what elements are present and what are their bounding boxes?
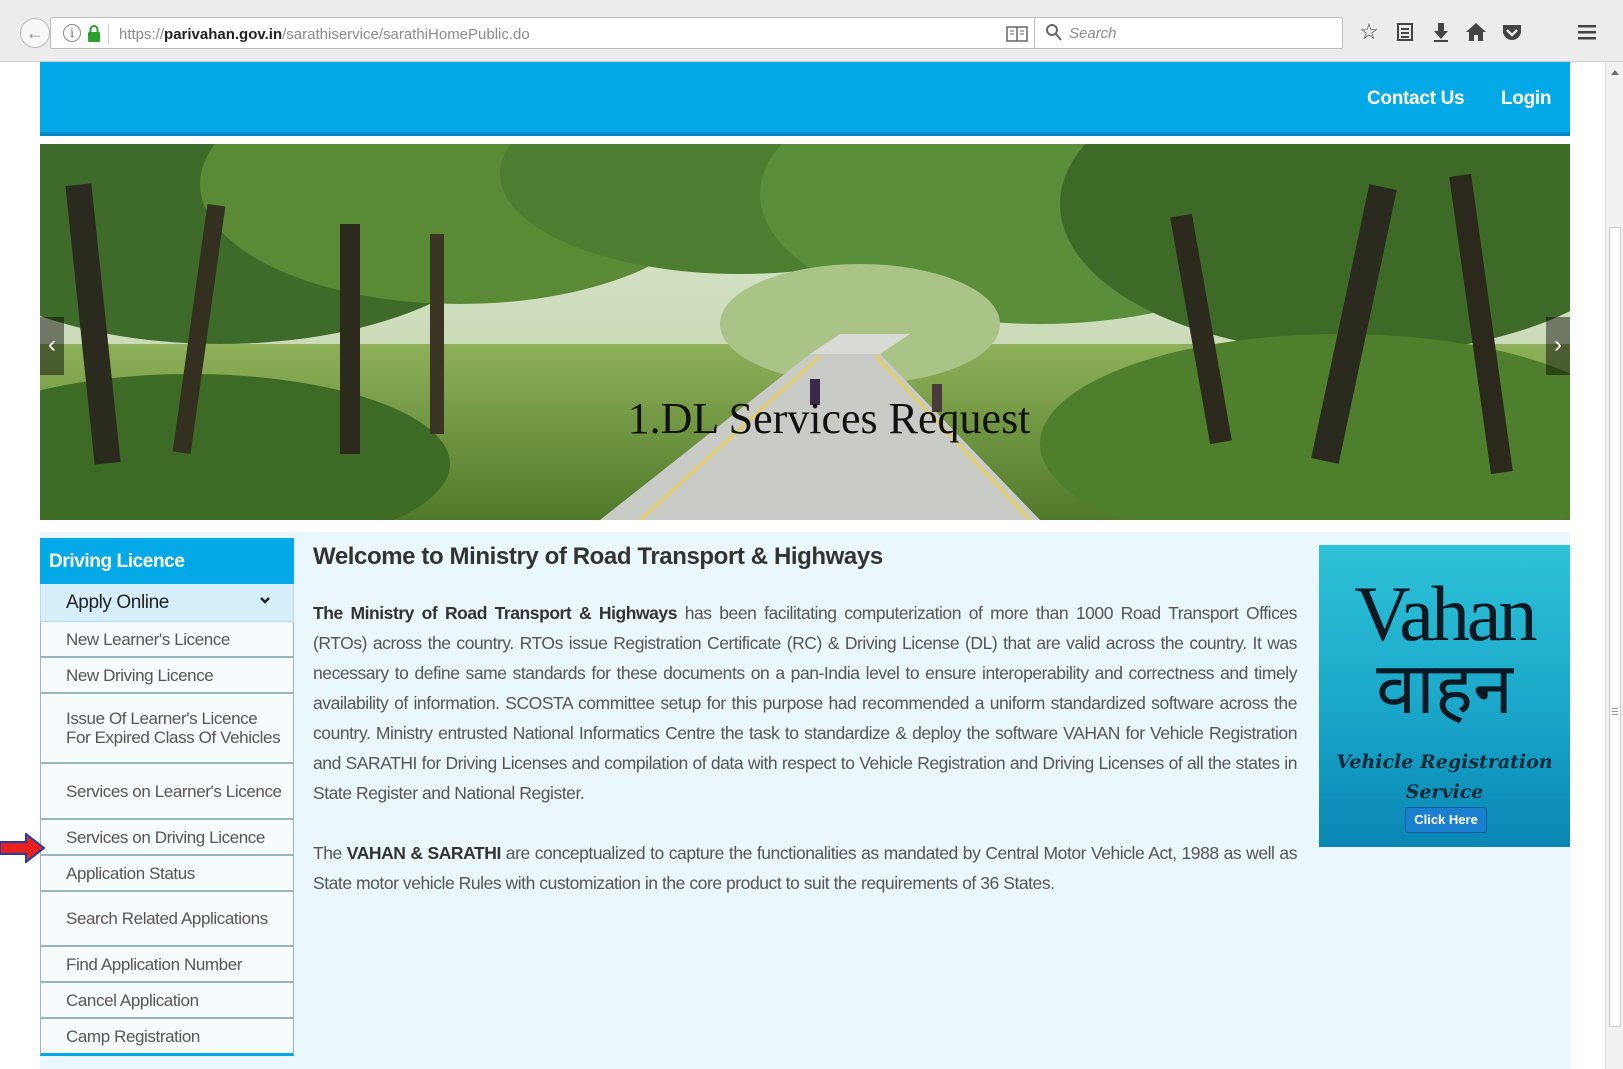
sidebar-item-camp-registration[interactable]: Camp Registration (40, 1019, 294, 1056)
url-host: parivahan.gov.in (164, 26, 283, 43)
browser-toolbar: ← i https://parivahan.gov.in/sarathiserv… (0, 0, 1623, 62)
back-arrow-icon[interactable]: ← (20, 18, 50, 48)
vertical-scrollbar[interactable] (1605, 62, 1623, 1069)
url-path: /sarathiservice/sarathiHomePublic.do (282, 26, 530, 43)
pocket-icon[interactable] (1497, 17, 1527, 47)
info-icon[interactable]: i (63, 24, 81, 42)
scroll-up-arrow-icon[interactable] (1611, 70, 1619, 75)
menu-hamburger-icon[interactable] (1572, 17, 1602, 47)
home-icon[interactable] (1461, 17, 1491, 47)
sidebar-item-label: Camp Registration (66, 1026, 200, 1046)
apply-online-label: Apply Online (66, 592, 169, 613)
sidebar-item-label: Issue Of Learner's Licence For Expired C… (66, 709, 281, 747)
sidebar-item-label: New Learner's Licence (66, 629, 230, 649)
search-icon (1046, 24, 1062, 41)
search-input[interactable]: Search (1034, 17, 1343, 49)
chevron-down-icon (260, 597, 270, 604)
sidebar-title: Driving Licence (40, 538, 294, 584)
intro-bold: The Ministry of Road Transport & Highway… (313, 603, 677, 623)
p2-bold: VAHAN & SARATHI (346, 843, 502, 863)
page-viewport: Contact Us Login ‹ › 1.DL Services Reque… (0, 62, 1605, 1069)
vahan-subtitle-line2: Service (1405, 781, 1484, 803)
sidebar-item-find-application-number[interactable]: Find Application Number (40, 947, 294, 983)
hero-caption: 1.DL Services Request (627, 394, 1031, 443)
intro-text: has been facilitating computerization of… (313, 603, 1297, 803)
apply-online-toggle[interactable]: Apply Online (40, 584, 294, 622)
sidebar-item-new-learners-licence[interactable]: New Learner's Licence (40, 622, 294, 658)
p2-pre: The (313, 843, 347, 863)
download-icon[interactable] (1426, 17, 1456, 47)
sidebar-item-label: Search Related Applications (66, 909, 268, 928)
sidebar-item-label: Cancel Application (66, 990, 199, 1010)
sidebar-item-label: Services on Driving Licence (66, 827, 265, 847)
search-placeholder: Search (1069, 25, 1117, 42)
address-bar[interactable]: i https://parivahan.gov.in/sarathiservic… (50, 17, 1075, 49)
site-header: Contact Us Login (40, 62, 1570, 136)
url-separator (108, 24, 109, 44)
vahan-logo-hindi: वाहन (1376, 649, 1513, 729)
sidebar-item-label: Application Status (66, 863, 195, 883)
url-prefix: https:// (119, 26, 165, 43)
bookmark-star-icon[interactable]: ☆ (1354, 17, 1384, 47)
sidebar-item-services-driving-licence[interactable]: Services on Driving Licence (40, 820, 294, 856)
carousel-next-button[interactable]: › (1546, 317, 1570, 375)
intro-paragraph: The Ministry of Road Transport & Highway… (313, 598, 1297, 808)
grip-icon (1612, 708, 1618, 715)
sidebar-item-services-learners-licence[interactable]: Services on Learner's Licence (40, 764, 294, 820)
reader-view-icon[interactable] (1006, 25, 1028, 43)
sidebar-item-new-driving-licence[interactable]: New Driving Licence (40, 658, 294, 694)
vahan-click-here-button[interactable]: Click Here (1405, 807, 1487, 833)
vahan-logo: Vahan (1354, 570, 1538, 657)
vahan-subtitle-line1: Vehicle Registration (1336, 751, 1553, 773)
login-link[interactable]: Login (1501, 88, 1552, 110)
sidebar-item-label: Find Application Number (66, 954, 243, 974)
contact-us-link[interactable]: Contact Us (1367, 88, 1465, 110)
vahan-sarathi-paragraph: The VAHAN & SARATHI are conceptualized t… (313, 838, 1297, 898)
sidebar-item-issue-expired-class[interactable]: Issue Of Learner's Licence For Expired C… (40, 694, 294, 764)
bookmarks-list-icon[interactable] (1390, 17, 1420, 47)
carousel-prev-button[interactable]: ‹ (40, 317, 64, 375)
vahan-subtitle: Vehicle Registration Service (1319, 747, 1570, 807)
vahan-banner[interactable]: Vahan वाहन Vehicle Registration Service C… (1319, 545, 1570, 847)
lock-icon (88, 25, 100, 42)
page-title: Welcome to Ministry of Road Transport & … (313, 543, 883, 570)
sidebar-menu: Driving Licence Apply Online New Learner… (40, 538, 294, 1056)
sidebar-item-search-related-applications[interactable]: Search Related Applications (40, 892, 294, 947)
url-text[interactable]: https://parivahan.gov.in/sarathiservice/… (119, 26, 530, 43)
sidebar-item-application-status[interactable]: Application Status (40, 856, 294, 892)
scrollbar-thumb[interactable] (1609, 227, 1621, 1027)
hero-carousel: ‹ › 1.DL Services Request (40, 144, 1570, 520)
sidebar-item-cancel-application[interactable]: Cancel Application (40, 983, 294, 1019)
red-arrow-pointer-icon (0, 833, 46, 863)
sidebar-item-label: Services on Learner's Licence (66, 781, 282, 801)
hero-image (40, 144, 1570, 520)
sidebar-item-label: New Driving Licence (66, 665, 214, 685)
